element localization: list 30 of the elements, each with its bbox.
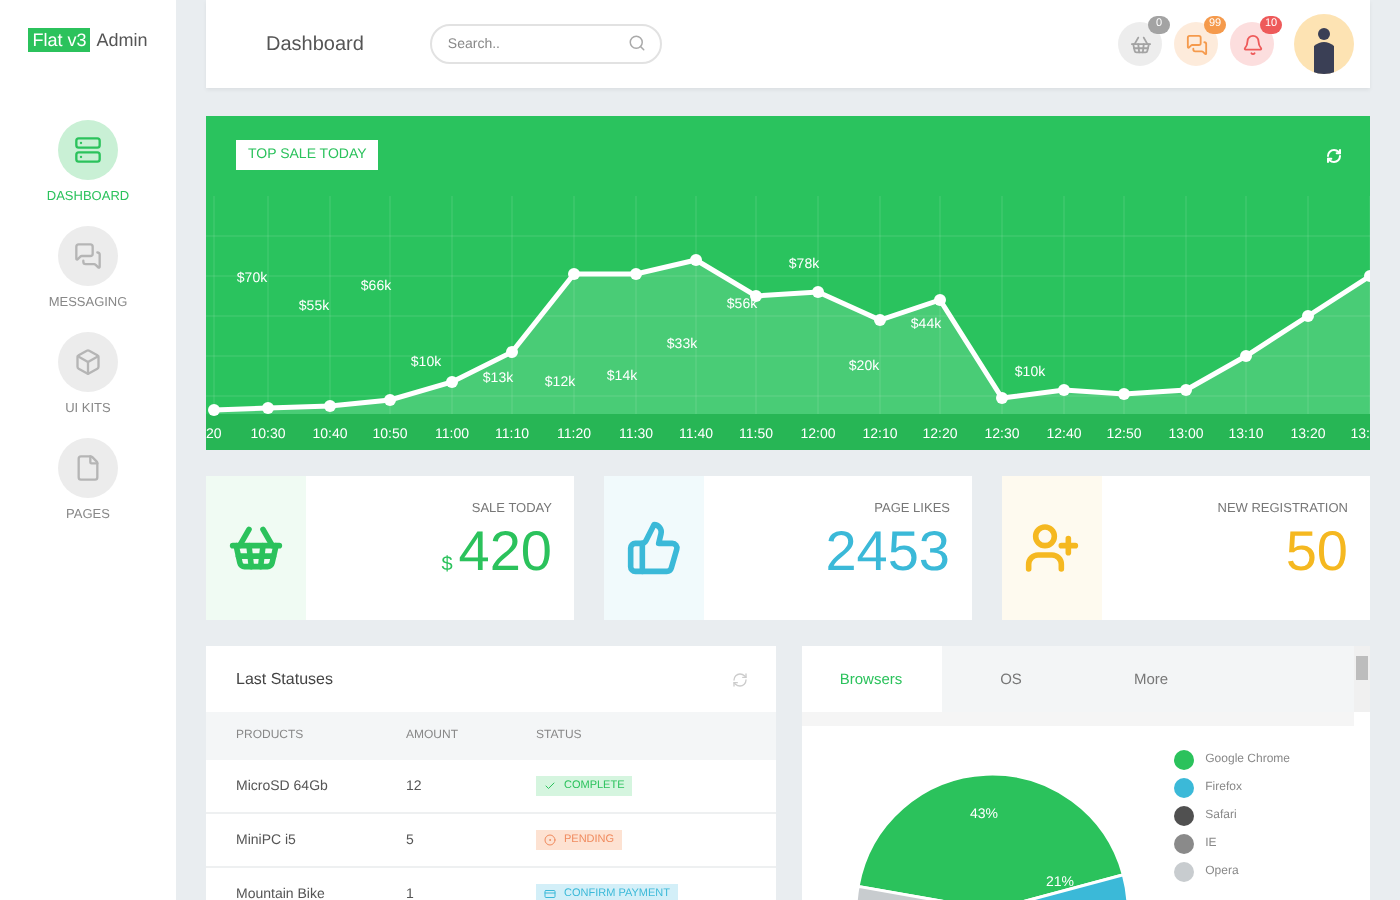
card-icon bbox=[544, 888, 556, 900]
server-icon bbox=[74, 136, 102, 164]
logo-text: Admin bbox=[96, 30, 148, 50]
logo-badge: Flat v3 bbox=[28, 28, 91, 52]
person-silhouette-icon bbox=[1310, 26, 1338, 74]
document-icon bbox=[74, 454, 102, 482]
card-title: Last Statuses bbox=[236, 670, 333, 688]
stat-value: 50 bbox=[1285, 520, 1348, 584]
currency-sign: $ bbox=[441, 554, 453, 576]
thumbs-up-icon bbox=[626, 520, 682, 576]
check-icon bbox=[544, 780, 556, 792]
user-plus-icon bbox=[1024, 520, 1080, 576]
circle-icon bbox=[544, 834, 556, 846]
refresh-icon[interactable] bbox=[731, 671, 747, 687]
nav-button[interactable] bbox=[58, 120, 118, 180]
stat-value: 420 bbox=[458, 520, 552, 584]
avatar[interactable] bbox=[1294, 14, 1354, 74]
basket-icon bbox=[1129, 33, 1151, 55]
nav-button[interactable] bbox=[58, 438, 118, 498]
cube-icon bbox=[74, 348, 102, 376]
refresh-icon[interactable] bbox=[1326, 148, 1342, 164]
search-icon bbox=[627, 34, 646, 52]
chat-bubbles-icon bbox=[74, 242, 102, 270]
nav-button[interactable] bbox=[58, 332, 118, 392]
scrollbar[interactable] bbox=[1354, 646, 1370, 712]
bell-icon bbox=[1241, 33, 1263, 55]
stat-value: 2453 bbox=[825, 520, 950, 584]
page-title: Dashboard bbox=[266, 33, 364, 55]
chat-bubbles-icon bbox=[1185, 33, 1207, 55]
nav-button[interactable] bbox=[58, 226, 118, 286]
